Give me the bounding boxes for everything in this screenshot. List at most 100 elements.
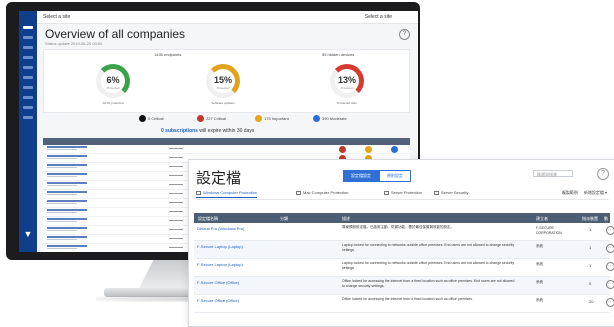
- view-toggle: 設定檔設定 原則設定: [343, 170, 411, 182]
- gauge-updates[interactable]: 15% Protected: [206, 64, 240, 98]
- col-type[interactable]: 分類: [280, 216, 288, 222]
- more-actions-icon[interactable]: ⋯: [606, 244, 614, 253]
- sidebar-item-9[interactable]: [23, 106, 33, 109]
- profile-sub: -: [197, 250, 198, 254]
- profile-sub: -: [197, 268, 198, 272]
- gauge-caption: All AV protected: [102, 101, 124, 105]
- sidebar-item-8[interactable]: [23, 96, 33, 99]
- profile-sub: -: [197, 304, 198, 308]
- profile-name-link[interactable]: Default Pro (Windows Pro): [197, 226, 244, 231]
- col-name[interactable]: 設定檔名稱: [198, 216, 218, 222]
- page-title: 設定檔: [196, 170, 242, 187]
- tab-server-security[interactable]: Server Security: [434, 190, 468, 195]
- profile-count: 1: [589, 263, 592, 268]
- more-actions-icon[interactable]: ⋯: [606, 262, 614, 271]
- profile-owner: 系統: [536, 298, 543, 302]
- gauge-label: Protected: [340, 86, 354, 90]
- gauge-label: Protected: [106, 86, 120, 90]
- profile-description: 專案預設設定檔，已啟用主動、防禦功能，基於最佳保護與效能的設定。: [342, 225, 454, 229]
- profile-description: Office locked for accessing the internet…: [342, 279, 515, 288]
- search-input[interactable]: 篩選與搜尋: [533, 170, 573, 177]
- site-selector[interactable]: Select a site: [43, 14, 70, 20]
- profile-sub: -: [197, 286, 198, 290]
- profiles-window: 設定檔 設定檔設定 原則設定 篩選與搜尋 ? Windows Computer …: [188, 159, 614, 327]
- sidebar-item-2[interactable]: [23, 36, 33, 39]
- more-actions-icon[interactable]: ⋯: [606, 298, 614, 307]
- product-tabs: Windows Computer Protection Mac Computer…: [196, 189, 609, 200]
- page-title: Overview of all companies: [45, 27, 186, 41]
- subscription-banner: 0 subscriptions will expire within 30 da…: [161, 128, 255, 134]
- server-icon: [434, 190, 439, 195]
- account-selector[interactable]: Select a site: [365, 14, 392, 20]
- table-row[interactable]: Default Pro (Windows Pro) 專案預設設定檔，已啟用主動、…: [194, 223, 614, 241]
- gauge-value: 6%: [106, 75, 120, 85]
- profile-name-link[interactable]: F-Secure Office (Office): [197, 298, 239, 303]
- more-actions-icon[interactable]: ⋯: [606, 280, 614, 289]
- brand-logo-icon: ▼: [23, 229, 33, 239]
- profile-owner: 系統: [536, 244, 543, 248]
- sidebar-item-7[interactable]: [23, 86, 33, 89]
- top-bar: Select a site Select a site: [37, 11, 418, 24]
- profile-count: 1: [589, 227, 592, 232]
- help-icon[interactable]: ?: [399, 29, 410, 40]
- sidebar-item-5[interactable]: [23, 66, 33, 69]
- profile-description: Office locked for accessing the internet…: [342, 297, 473, 301]
- segment-profile-settings[interactable]: 設定檔設定: [343, 170, 379, 182]
- legend-item[interactable]: 227 Critical: [197, 115, 226, 122]
- gauge-value: 13%: [337, 75, 356, 85]
- col-count[interactable]: 指派裝置: [582, 216, 598, 222]
- card-header-endpoints: 1435 endpoints: [154, 52, 182, 57]
- server-icon: [384, 190, 389, 195]
- gauge-protected[interactable]: 6% Protected: [96, 64, 130, 98]
- profiles-table: 設定檔名稱 分類 描述 建立者 指派裝置 動作 Default Pro (Win…: [194, 213, 614, 326]
- copy-example-link[interactable]: 複製範例: [562, 190, 578, 196]
- table-row[interactable]: F-Secure Office (Office) - Office locked…: [194, 295, 614, 313]
- profile-count: 0: [589, 281, 592, 286]
- gauge-ratio[interactable]: 13% Protected: [330, 64, 364, 98]
- overview-card: 1435 endpoints 55 hidden devices 6% Prot…: [43, 49, 410, 113]
- tab-server-protection[interactable]: Server Protection: [384, 190, 422, 195]
- segment-policy-settings[interactable]: 原則設定: [379, 170, 411, 182]
- sidebar-item-10[interactable]: [23, 116, 33, 119]
- gauge-value: 15%: [213, 75, 232, 85]
- gauge-caption: Software updates: [211, 101, 235, 105]
- sidebar-item-6[interactable]: [23, 76, 33, 79]
- tab-windows-protection[interactable]: Windows Computer Protection: [196, 190, 258, 198]
- profile-count: 20: [589, 299, 594, 304]
- legend-item[interactable]: 175 Important: [255, 115, 289, 122]
- profile-name-link[interactable]: F-Secure Laptop (Laptop): [197, 244, 243, 249]
- sidebar-item-4[interactable]: [23, 56, 33, 59]
- table-row[interactable]: F-Secure Laptop (Laptop) - Laptop locked…: [194, 259, 614, 277]
- profile-description: Laptop locked for connecting to networks…: [342, 261, 515, 270]
- table-row[interactable]: F-Secure Office (Office) - Office locked…: [194, 277, 614, 295]
- col-owner[interactable]: 建立者: [536, 216, 548, 222]
- severity-legend: 0 Critical 227 Critical 175 Important 19…: [79, 114, 408, 124]
- more-actions-icon[interactable]: ⋯: [606, 226, 614, 235]
- critical-dot-icon: [197, 115, 204, 122]
- profile-owner: 系統: [536, 280, 543, 284]
- help-icon[interactable]: ?: [597, 168, 609, 180]
- profile-name-link[interactable]: F-Secure Office (Office): [197, 280, 239, 285]
- profile-owner: 系統: [536, 262, 543, 266]
- gauge-caption: Protected ratio: [337, 101, 357, 105]
- sidebar-item-home[interactable]: [23, 26, 33, 29]
- profile-name-link[interactable]: F-Secure Laptop (Laptop): [197, 262, 243, 267]
- card-header-hidden: 55 hidden devices: [322, 52, 355, 57]
- table-row[interactable]: F-Secure Laptop (Laptop) - Laptop locked…: [194, 241, 614, 259]
- toolbar-links: 複製範例 新增設定檔 ▾: [562, 190, 607, 196]
- critical-dot-icon: [139, 115, 146, 122]
- page-subtitle: Status update 2019-06-20 00:00: [45, 41, 103, 46]
- table-header: [43, 138, 410, 145]
- table-row[interactable]: [43, 145, 410, 154]
- profile-description: Laptop locked for connecting to networks…: [342, 243, 515, 252]
- tab-mac-protection[interactable]: Mac Computer Protection: [296, 190, 348, 195]
- profile-owner: F-SECURE CORPORATION: [536, 226, 562, 235]
- moderate-dot-icon: [313, 115, 320, 122]
- sidebar-item-3[interactable]: [23, 46, 33, 49]
- computer-icon: [296, 190, 301, 195]
- legend-item[interactable]: 0 Critical: [139, 115, 164, 122]
- important-dot-icon: [255, 115, 262, 122]
- legend-item[interactable]: 190 Moderate: [313, 115, 347, 122]
- col-desc[interactable]: 描述: [342, 216, 350, 222]
- new-profile-button[interactable]: 新增設定檔 ▾: [584, 190, 607, 196]
